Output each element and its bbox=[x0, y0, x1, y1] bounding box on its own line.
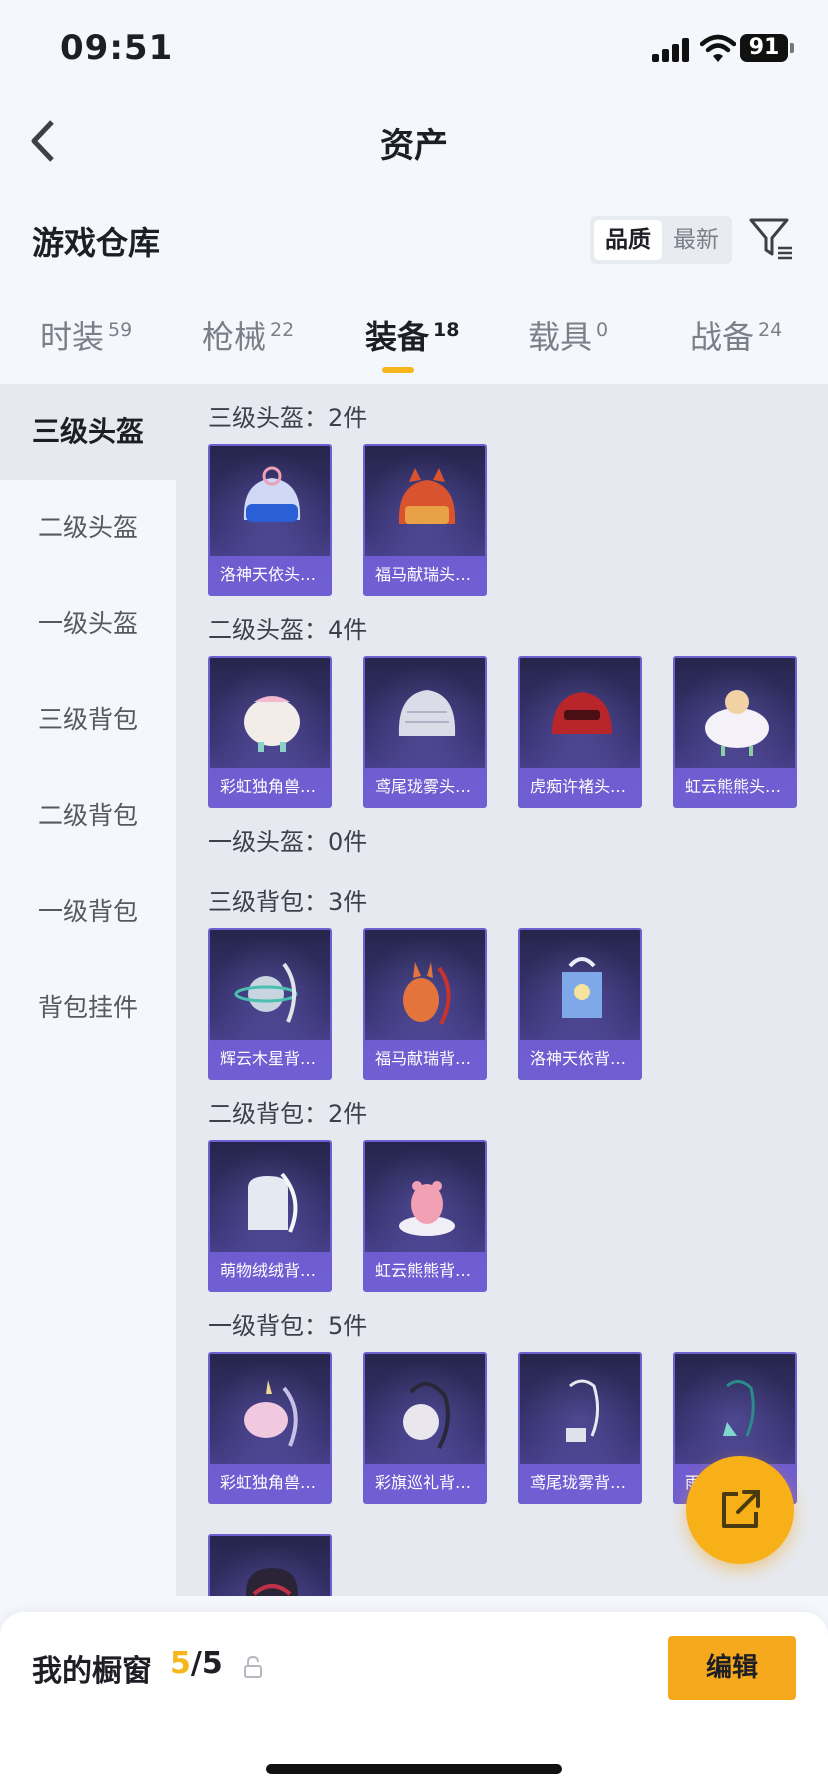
backpack-icon bbox=[246, 1568, 298, 1596]
battery-icon: 91 bbox=[740, 34, 788, 62]
backpack-icon bbox=[234, 962, 298, 1023]
unicorn-backpack-icon bbox=[244, 1380, 298, 1447]
item-card[interactable]: 洛神天依头… bbox=[208, 444, 332, 596]
showcase-used-count: 5 bbox=[170, 1646, 191, 1681]
item-grid: 三级头盔：2件 洛神天依头… 福马献瑞头… 二级头盔：4件 彩虹独角兽… 鸢尾珑… bbox=[176, 384, 828, 1596]
section-title: 一级头盔：0件 bbox=[208, 828, 368, 856]
backpack-icon bbox=[566, 1379, 599, 1442]
item-name: 彩虹独角兽… bbox=[210, 1464, 330, 1502]
sort-quality-option[interactable]: 品质 bbox=[594, 220, 662, 260]
category-tabs: 时装 59 枪械 22 装备 18 载具 0 战备 24 bbox=[0, 312, 828, 382]
item-card[interactable]: 福马献瑞头… bbox=[363, 444, 487, 596]
cellular-signal-icon bbox=[652, 38, 692, 62]
tab-label: 枪械 bbox=[202, 318, 267, 356]
tab-count: 0 bbox=[596, 319, 609, 342]
item-name: 虎痴许褚头… bbox=[520, 768, 640, 806]
showcase-count: 5/5 bbox=[170, 1646, 223, 1681]
item-name: 鸢尾珑雾背… bbox=[520, 1464, 640, 1502]
tab-count: 59 bbox=[108, 319, 133, 342]
backpack-icon bbox=[403, 1382, 450, 1449]
item-name: 虹云熊熊头… bbox=[675, 768, 795, 806]
share-icon bbox=[722, 1490, 760, 1528]
tab-firearms[interactable]: 枪械 22 bbox=[202, 312, 294, 358]
tab-label: 时装 bbox=[40, 318, 105, 356]
showcase-title: 我的橱窗 bbox=[32, 1654, 152, 1689]
item-card[interactable]: 彩虹独角兽… bbox=[208, 656, 332, 808]
item-card[interactable]: 虎痴许褚头… bbox=[518, 656, 642, 808]
item-name: 彩旗巡礼背… bbox=[365, 1464, 485, 1502]
helmet-icon bbox=[398, 690, 456, 736]
item-name: 洛神天依头… bbox=[210, 556, 330, 594]
item-name: 洛神天依背… bbox=[520, 1040, 640, 1078]
backpack-icon bbox=[723, 1380, 755, 1437]
item-card[interactable]: 福马献瑞背… bbox=[363, 928, 487, 1080]
tab-gear[interactable]: 战备 24 bbox=[690, 312, 782, 358]
item-card[interactable]: 虹云熊熊头… bbox=[673, 656, 797, 808]
section-title: 二级背包：2件 bbox=[208, 1100, 368, 1128]
item-card[interactable]: 彩虹独角兽… bbox=[208, 1352, 332, 1504]
item-card[interactable] bbox=[208, 1534, 332, 1596]
section-title: 三级头盔：2件 bbox=[208, 404, 368, 432]
filter-icon[interactable] bbox=[748, 216, 794, 262]
wifi-icon bbox=[700, 34, 736, 62]
tab-label: 装备 bbox=[365, 318, 430, 356]
section-title: 二级头盔：4件 bbox=[208, 616, 368, 644]
tab-label: 战备 bbox=[690, 318, 755, 356]
cloud-bear-helmet-icon bbox=[705, 690, 769, 756]
sidebar-item-level2-backpack[interactable]: 二级背包 bbox=[0, 768, 176, 864]
showcase-total: /5 bbox=[190, 1646, 223, 1681]
item-card[interactable]: 彩旗巡礼背… bbox=[363, 1352, 487, 1504]
sort-toggle: 品质 最新 bbox=[590, 216, 732, 264]
tab-label: 载具 bbox=[528, 318, 593, 356]
item-card[interactable]: 萌物绒绒背… bbox=[208, 1140, 332, 1292]
item-card[interactable]: 辉云木星背… bbox=[208, 928, 332, 1080]
item-name: 彩虹独角兽… bbox=[210, 768, 330, 806]
edit-button[interactable]: 编辑 bbox=[668, 1636, 796, 1700]
tab-equipment[interactable]: 装备 18 bbox=[365, 312, 459, 358]
backpack-icon bbox=[562, 957, 602, 1018]
sidebar-item-level3-helmet[interactable]: 三级头盔 bbox=[0, 384, 176, 480]
battery-tip bbox=[790, 43, 794, 53]
tab-count: 18 bbox=[433, 319, 460, 342]
page-title: 资产 bbox=[380, 126, 448, 166]
sidebar-item-level1-backpack[interactable]: 一级背包 bbox=[0, 864, 176, 960]
backpack-icon bbox=[248, 1172, 298, 1233]
helmet-icon bbox=[243, 466, 301, 522]
share-button[interactable] bbox=[686, 1456, 794, 1564]
status-time: 09:51 bbox=[60, 28, 174, 68]
status-bar: 09:51 91 bbox=[0, 0, 828, 100]
item-name: 萌物绒绒背… bbox=[210, 1252, 330, 1290]
home-indicator bbox=[266, 1764, 562, 1774]
item-card[interactable]: 鸢尾珑雾背… bbox=[518, 1352, 642, 1504]
subcategory-sidebar: 三级头盔 二级头盔 一级头盔 三级背包 二级背包 一级背包 背包挂件 bbox=[0, 384, 176, 1596]
helmet-icon bbox=[398, 468, 456, 524]
lock-icon bbox=[244, 1656, 262, 1678]
item-card[interactable]: 鸢尾珑雾头… bbox=[363, 656, 487, 808]
item-name: 鸢尾珑雾头… bbox=[365, 768, 485, 806]
section-title: 一级背包：5件 bbox=[208, 1312, 368, 1340]
active-tab-indicator bbox=[382, 367, 414, 373]
tab-fashion[interactable]: 时装 59 bbox=[40, 312, 132, 358]
bear-backpack-icon bbox=[399, 1181, 455, 1236]
sidebar-item-level2-helmet[interactable]: 二级头盔 bbox=[0, 480, 176, 576]
sort-newest-option[interactable]: 最新 bbox=[662, 220, 730, 260]
item-card[interactable]: 洛神天依背… bbox=[518, 928, 642, 1080]
backpack-icon bbox=[403, 962, 451, 1025]
warehouse-title: 游戏仓库 bbox=[32, 224, 161, 262]
sidebar-item-level1-helmet[interactable]: 一级头盔 bbox=[0, 576, 176, 672]
section-title: 三级背包：3件 bbox=[208, 888, 368, 916]
sidebar-item-level3-backpack[interactable]: 三级背包 bbox=[0, 672, 176, 768]
tab-count: 24 bbox=[758, 319, 783, 342]
item-name: 辉云木星背… bbox=[210, 1040, 330, 1078]
unicorn-helmet-icon bbox=[244, 696, 300, 752]
item-name: 福马献瑞背… bbox=[365, 1040, 485, 1078]
helmet-icon bbox=[552, 692, 612, 734]
sidebar-item-backpack-charm[interactable]: 背包挂件 bbox=[0, 960, 176, 1056]
item-name: 福马献瑞头… bbox=[365, 556, 485, 594]
item-card[interactable]: 虹云熊熊背… bbox=[363, 1140, 487, 1292]
tab-vehicles[interactable]: 载具 0 bbox=[528, 312, 608, 358]
item-name: 虹云熊熊背… bbox=[365, 1252, 485, 1290]
tab-count: 22 bbox=[270, 319, 295, 342]
